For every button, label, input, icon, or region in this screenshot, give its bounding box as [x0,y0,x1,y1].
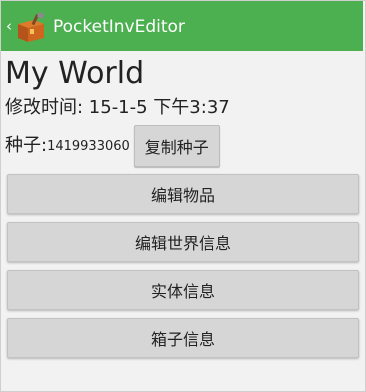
treasure-chest-icon[interactable] [14,12,48,44]
seed-value: 1419933060 [47,139,130,154]
action-bar: ‹ PocketInvEditor [1,1,363,51]
modified-time: 修改时间: 15-1-5 下午3:37 [5,97,230,118]
world-name: My World [5,56,145,91]
back-icon[interactable]: ‹ [6,17,12,35]
entity-info-button[interactable]: 实体信息 [7,270,359,310]
copy-seed-button[interactable]: 复制种子 [133,125,220,167]
chest-info-button[interactable]: 箱子信息 [7,318,359,358]
edit-world-info-button[interactable]: 编辑世界信息 [7,222,359,262]
seed-label: 种子: [5,135,48,156]
seed-row: 种子: 1419933060 复制种子 [5,125,220,167]
app-title: PocketInvEditor [53,17,185,37]
edit-items-button[interactable]: 编辑物品 [7,174,359,214]
